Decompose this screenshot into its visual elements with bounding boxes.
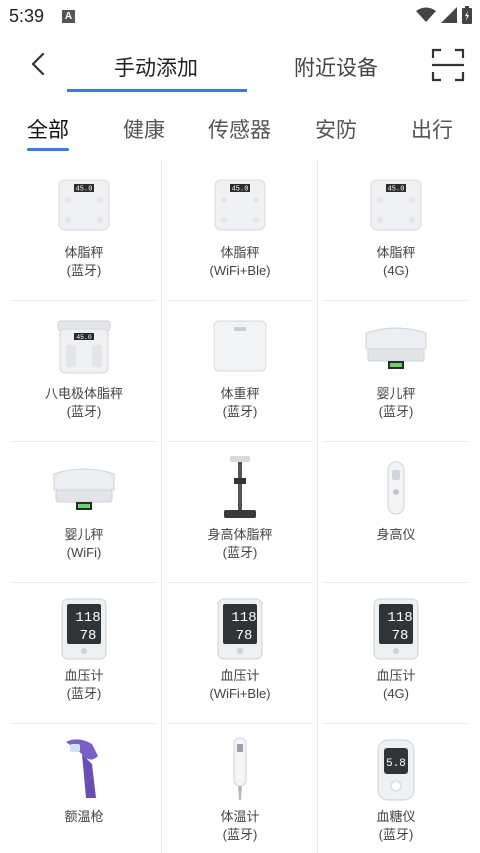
status-bar: 5:39 A: [0, 0, 480, 32]
device-item[interactable]: 118 78 血压计 (蓝牙): [6, 583, 162, 723]
device-connection: (WiFi+Ble): [209, 686, 271, 701]
category-active-indicator: [27, 148, 69, 151]
category-all[interactable]: 全部: [27, 114, 69, 144]
battery-icon: [462, 6, 472, 24]
body-fat-scale-icon: 45.0: [370, 179, 422, 231]
device-item[interactable]: 体重秤 (蓝牙): [162, 301, 318, 441]
device-name: 八电极体脂秤: [44, 386, 123, 401]
device-item[interactable]: 婴儿秤 (蓝牙): [318, 301, 474, 441]
bp-diastolic-text: 78: [392, 628, 409, 644]
forehead-thermometer-icon: [66, 739, 98, 798]
device-connection: (WiFi+Ble): [209, 263, 271, 278]
device-name: 身高体脂秤: [207, 527, 273, 542]
scale-display-text: 45.0: [388, 186, 405, 194]
header: 手动添加 附近设备: [0, 32, 480, 96]
device-item[interactable]: 身高仪: [318, 442, 474, 582]
device-item[interactable]: 118 78 血压计 (4G): [318, 583, 474, 723]
chevron-left-icon: [31, 52, 45, 76]
blood-pressure-monitor-icon: 118 78: [373, 598, 419, 660]
device-item[interactable]: 45.0 八电极体脂秤 (蓝牙): [6, 301, 162, 441]
status-icons: [416, 6, 472, 24]
device-connection: (4G): [383, 686, 409, 701]
scale-display-text: 45.0: [76, 334, 92, 341]
tab-manual-add[interactable]: 手动添加: [114, 52, 198, 82]
device-name: 血压计: [220, 668, 260, 683]
device-connection: (蓝牙): [66, 263, 102, 278]
device-name: 血压计: [376, 668, 416, 683]
bp-systolic-text: 118: [231, 610, 256, 626]
device-name: 血压计: [64, 668, 104, 683]
scale-display-text: 45.0: [76, 186, 93, 194]
blood-pressure-monitor-icon: 118 78: [217, 598, 263, 660]
device-connection: (蓝牙): [378, 404, 414, 419]
baby-scale-icon: [53, 468, 115, 510]
device-item[interactable]: 身高体脂秤 (蓝牙): [162, 442, 318, 582]
blood-pressure-monitor-icon: 118 78: [61, 598, 107, 660]
device-connection: (蓝牙): [66, 686, 102, 701]
device-connection: (蓝牙): [222, 545, 258, 560]
body-fat-scale-icon: 45.0: [58, 179, 110, 231]
device-name: 体脂秤: [220, 245, 260, 260]
bp-systolic-text: 118: [387, 610, 412, 626]
category-security[interactable]: 安防: [315, 114, 357, 144]
baby-scale-icon: [365, 327, 427, 369]
category-travel[interactable]: 出行: [411, 114, 453, 144]
glucose-meter-icon: 5.8: [377, 739, 415, 801]
device-name: 婴儿秤: [376, 386, 416, 401]
signal-icon: [441, 7, 457, 23]
status-time: 5:39: [9, 6, 45, 26]
height-fat-scale-icon: [224, 456, 256, 518]
scan-button[interactable]: [431, 48, 465, 82]
device-name: 体脂秤: [64, 245, 104, 260]
category-sensor[interactable]: 传感器: [208, 114, 271, 144]
bp-diastolic-text: 78: [236, 628, 253, 644]
device-name: 血糖仪: [376, 809, 416, 824]
device-connection: (蓝牙): [66, 404, 102, 419]
eight-electrode-scale-icon: 45.0: [57, 320, 111, 374]
thermometer-icon: [233, 737, 247, 800]
device-name: 额温枪: [64, 809, 104, 824]
weight-scale-icon: [213, 320, 267, 372]
tab-nearby-devices[interactable]: 附近设备: [294, 52, 378, 82]
notification-a-icon: A: [62, 10, 75, 23]
body-fat-scale-icon: 45.0: [214, 179, 266, 231]
device-name: 体脂秤: [376, 245, 416, 260]
device-item[interactable]: 118 78 血压计 (WiFi+Ble): [162, 583, 318, 723]
device-item[interactable]: 45.0 体脂秤 (WiFi+Ble): [162, 160, 318, 300]
device-name: 婴儿秤: [64, 527, 104, 542]
device-connection: (蓝牙): [222, 404, 258, 419]
device-name: 体重秤: [220, 386, 260, 401]
device-connection: (蓝牙): [378, 827, 414, 842]
device-item[interactable]: 5.8 血糖仪 (蓝牙): [318, 724, 474, 853]
device-connection: (4G): [383, 263, 409, 278]
back-button[interactable]: [24, 50, 52, 78]
device-connection: (蓝牙): [222, 827, 258, 842]
category-tabs: 全部 健康 传感器 安防 出行: [0, 104, 480, 154]
device-item[interactable]: 额温枪: [6, 724, 162, 853]
device-item[interactable]: 45.0 体脂秤 (蓝牙): [6, 160, 162, 300]
bp-diastolic-text: 78: [80, 628, 97, 644]
category-health[interactable]: 健康: [123, 114, 165, 144]
device-item[interactable]: 婴儿秤 (WiFi): [6, 442, 162, 582]
tab-active-indicator: [67, 89, 247, 92]
height-meter-icon: [387, 461, 405, 515]
device-item[interactable]: 45.0 体脂秤 (4G): [318, 160, 474, 300]
device-name: 体温计: [220, 809, 260, 824]
device-name: 身高仪: [376, 527, 416, 542]
device-item[interactable]: 体温计 (蓝牙): [162, 724, 318, 853]
scan-icon: [431, 48, 465, 82]
bp-systolic-text: 118: [75, 610, 100, 626]
scale-display-text: 45.0: [232, 186, 249, 194]
glucose-reading-text: 5.8: [386, 758, 406, 770]
device-connection: (WiFi): [66, 545, 102, 560]
wifi-icon: [416, 7, 436, 22]
